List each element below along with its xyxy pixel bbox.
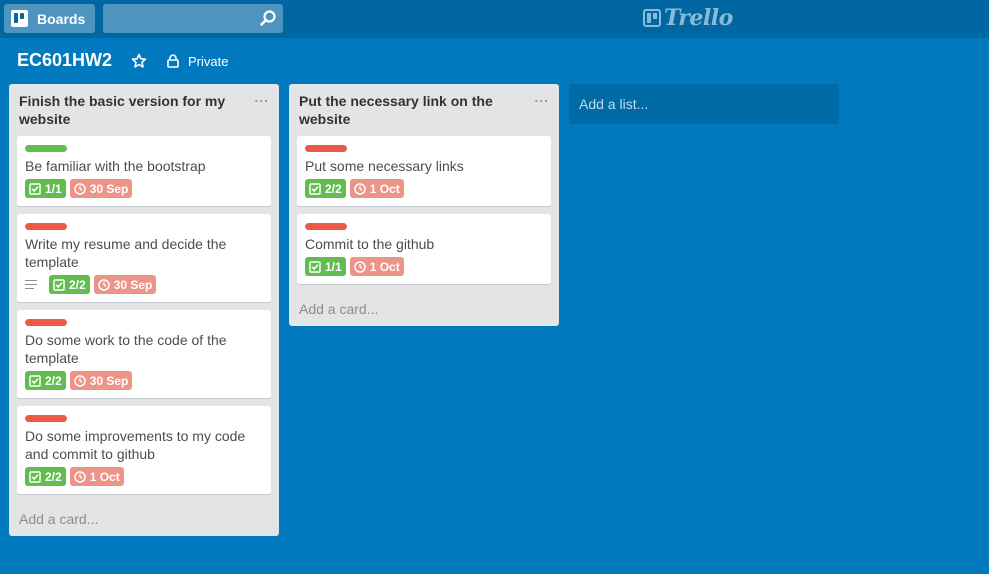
card[interactable]: Commit to the github 1/1 1 Oct [297, 214, 551, 285]
card-title: Do some work to the code of the template [25, 332, 227, 366]
list-title[interactable]: Put the necessary link on the website [289, 84, 559, 132]
checklist-icon [309, 182, 321, 195]
trello-logo[interactable]: Trello [643, 5, 733, 31]
due-date-badge: 1 Oct [349, 179, 404, 198]
boards-icon [11, 10, 28, 27]
card-label-green [25, 145, 67, 152]
checklist-badge: 2/2 [25, 467, 66, 486]
clock-icon [353, 182, 366, 195]
card-label-red [25, 319, 67, 326]
card-badges: 2/2 1 Oct [305, 179, 408, 198]
checklist-count: 2/2 [45, 373, 62, 388]
list-menu-icon[interactable]: ... [254, 89, 269, 105]
due-date-badge: 30 Sep [93, 275, 157, 294]
search-box[interactable] [103, 4, 283, 33]
checklist-icon [29, 470, 41, 483]
due-date-badge: 30 Sep [69, 179, 133, 198]
card[interactable]: Put some necessary links 2/2 1 Oct [297, 136, 551, 207]
due-date: 30 Sep [113, 277, 153, 292]
checklist-count: 1/1 [325, 259, 342, 274]
card-badges: 2/2 30 Sep [25, 275, 160, 294]
due-date-badge: 1 Oct [349, 257, 404, 276]
board-title[interactable]: EC601HW2 [17, 50, 112, 71]
card-badges: 2/2 30 Sep [25, 371, 136, 390]
search-icon[interactable] [259, 9, 277, 27]
clock-icon [353, 260, 366, 273]
star-icon[interactable] [131, 53, 147, 69]
add-card-link[interactable]: Add a card... [19, 511, 98, 527]
description-icon [25, 275, 43, 294]
card[interactable]: Do some improvements to my code and comm… [17, 406, 271, 495]
card-title: Write my resume and decide the template [25, 236, 227, 270]
checklist-icon [53, 278, 65, 291]
card-title: Do some improvements to my code and comm… [25, 428, 246, 462]
due-date: 30 Sep [89, 181, 129, 196]
checklist-icon [309, 260, 321, 273]
card-badges: 1/1 1 Oct [305, 257, 408, 276]
card-badges: 1/1 30 Sep [25, 179, 136, 198]
card-title: Put some necessary links [305, 158, 464, 174]
checklist-count: 1/1 [45, 181, 62, 196]
list-put-necessary-link: Put the necessary link on the website ..… [289, 84, 559, 326]
card-label-red [305, 223, 347, 230]
boards-label: Boards [37, 10, 86, 27]
due-date-badge: 30 Sep [69, 371, 133, 390]
trello-logo-icon [643, 9, 661, 27]
visibility-label[interactable]: Private [188, 54, 228, 69]
card[interactable]: Do some work to the code of the template… [17, 310, 271, 399]
boards-button[interactable]: Boards [4, 4, 95, 33]
add-list-button[interactable]: Add a list... [569, 84, 839, 124]
search-input[interactable] [103, 4, 255, 33]
checklist-badge: 1/1 [25, 179, 66, 198]
add-card-link[interactable]: Add a card... [299, 301, 378, 317]
checklist-badge: 2/2 [49, 275, 90, 294]
card-label-red [25, 223, 67, 230]
checklist-count: 2/2 [69, 277, 86, 292]
checklist-badge: 2/2 [305, 179, 346, 198]
due-date: 30 Sep [89, 373, 129, 388]
checklist-icon [29, 374, 41, 387]
clock-icon [73, 470, 86, 483]
checklist-badge: 2/2 [25, 371, 66, 390]
clock-icon [73, 374, 86, 387]
checklist-count: 2/2 [45, 469, 62, 484]
list-title[interactable]: Finish the basic version for my website [9, 84, 279, 132]
card-title: Be familiar with the bootstrap [25, 158, 206, 174]
clock-icon [73, 182, 86, 195]
card-title: Commit to the github [305, 236, 435, 252]
card-badges: 2/2 1 Oct [25, 467, 128, 486]
list-finish-basic-version: Finish the basic version for my website … [9, 84, 279, 536]
due-date: 1 Oct [89, 469, 120, 484]
checklist-count: 2/2 [325, 181, 342, 196]
checklist-icon [29, 182, 41, 195]
card-label-red [305, 145, 347, 152]
top-header: Boards Trello [0, 0, 989, 38]
checklist-badge: 1/1 [305, 257, 346, 276]
due-date: 1 Oct [369, 259, 400, 274]
lock-icon[interactable] [166, 54, 180, 68]
card[interactable]: Write my resume and decide the template … [17, 214, 271, 303]
card[interactable]: Be familiar with the bootstrap 1/1 30 Se… [17, 136, 271, 207]
card-label-red [25, 415, 67, 422]
list-menu-icon[interactable]: ... [534, 89, 549, 105]
trello-logo-text: Trello [664, 5, 733, 31]
due-date: 1 Oct [369, 181, 400, 196]
due-date-badge: 1 Oct [69, 467, 124, 486]
clock-icon [97, 278, 110, 291]
